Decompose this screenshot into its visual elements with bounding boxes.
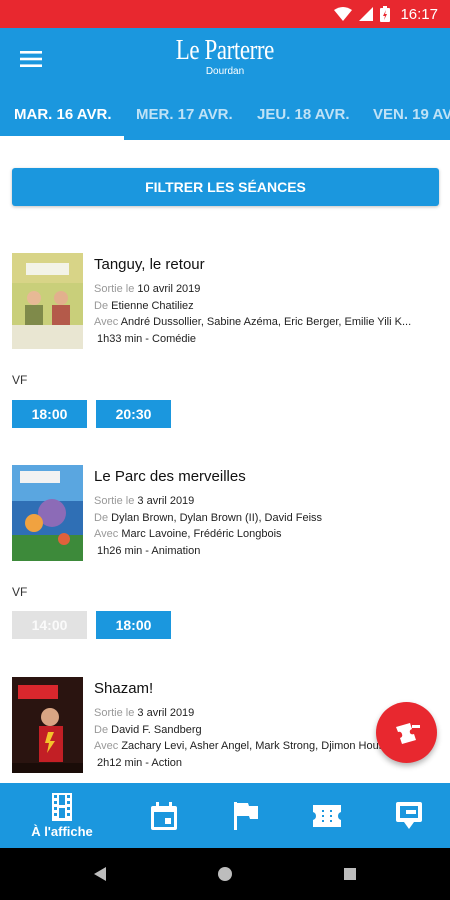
nav-item-flag[interactable] — [222, 783, 270, 848]
tab-date-0[interactable]: MAR. 16 AVR. — [14, 90, 112, 140]
status-bar: 16:17 — [0, 0, 450, 28]
movie-poster[interactable] — [12, 253, 83, 349]
chat-icon — [396, 801, 422, 829]
tab-date-1[interactable]: MER. 17 AVR. — [136, 90, 233, 140]
app-logo: Le Parterre Dourdan — [0, 36, 450, 77]
app-subtitle: Dourdan — [205, 66, 245, 77]
ticket-icon — [313, 804, 341, 827]
floating-action-button[interactable] — [376, 702, 437, 763]
status-time: 16:17 — [400, 5, 438, 23]
director-label: De — [94, 723, 109, 736]
movie-poster[interactable] — [12, 677, 83, 773]
movie-meta: 1h33 min - Comédie — [97, 332, 197, 345]
movie-meta: 1h26 min - Animation — [97, 544, 201, 557]
cast-label: Avec — [94, 740, 119, 752]
cast: André Dussollier, Sabine Azéma, Eric Ber… — [120, 316, 412, 328]
director-label: De — [94, 511, 109, 524]
home-circle-icon — [218, 867, 232, 881]
director: Dylan Brown, Dylan Brown (II), David Fei… — [111, 511, 323, 524]
filter-sessions-button[interactable]: FILTRER LES SÉANCES — [12, 168, 439, 206]
tab-indicator — [0, 136, 124, 140]
calendar-icon — [151, 801, 177, 830]
signal-icon — [359, 7, 374, 21]
release-label: Sortie le — [94, 707, 135, 719]
language-label: VF — [12, 373, 28, 387]
showtime-button[interactable]: 18:00 — [12, 400, 87, 428]
nav-item-calendar[interactable] — [140, 783, 188, 848]
cast: Zachary Levi, Asher Angel, Mark Strong, … — [121, 740, 403, 752]
tab-date-3[interactable]: VEN. 19 AVR. — [373, 90, 450, 140]
nav-item-messages[interactable] — [385, 783, 433, 848]
release-date: 10 avril 2019 — [137, 283, 201, 295]
date-tabs: MAR. 16 AVR. MER. 17 AVR. JEU. 18 AVR. V… — [0, 90, 450, 140]
recents-square-icon — [344, 868, 356, 880]
system-nav-bar — [0, 848, 450, 900]
director: Etienne Chatiliez — [111, 299, 194, 312]
language-label: VF — [12, 585, 28, 599]
ticket-hand-icon — [395, 722, 420, 744]
cast-label: Avec — [94, 316, 119, 328]
movie-title: Le Parc des merveilles — [94, 468, 246, 485]
nav-item-a-laffiche[interactable]: À l'affiche — [18, 783, 106, 848]
tab-date-2[interactable]: JEU. 18 AVR. — [257, 90, 350, 140]
bottom-nav: À l'affiche — [0, 783, 450, 848]
nav-label: À l'affiche — [31, 823, 93, 839]
nav-item-tickets[interactable] — [303, 783, 351, 848]
director: David F. Sandberg — [111, 723, 202, 736]
release-label: Sortie le — [94, 283, 135, 295]
cast: Marc Lavoine, Frédéric Longbois — [121, 528, 282, 540]
battery-icon — [380, 6, 391, 22]
showtime-button-past: 14:00 — [12, 611, 87, 639]
home-button[interactable] — [205, 848, 245, 900]
release-date: 3 avril 2019 — [137, 707, 195, 719]
back-triangle-icon — [94, 867, 106, 881]
app-bar: Le Parterre Dourdan — [0, 28, 450, 90]
status-icons: 16:17 — [334, 0, 438, 28]
recents-button[interactable] — [330, 848, 370, 900]
release-date: 3 avril 2019 — [137, 495, 195, 507]
film-icon — [52, 792, 72, 821]
showtime-button[interactable]: 20:30 — [96, 400, 171, 428]
flag-icon — [234, 801, 258, 830]
cast-label: Avec — [94, 528, 119, 540]
wifi-icon — [334, 7, 353, 21]
movie-title: Tanguy, le retour — [94, 256, 205, 273]
back-button[interactable] — [80, 848, 120, 900]
showtime-button[interactable]: 18:00 — [96, 611, 171, 639]
release-label: Sortie le — [94, 495, 135, 507]
movie-title: Shazam! — [94, 680, 154, 697]
movie-poster[interactable] — [12, 465, 83, 561]
app-title: Le Parterre — [175, 35, 275, 66]
director-label: De — [94, 299, 109, 312]
